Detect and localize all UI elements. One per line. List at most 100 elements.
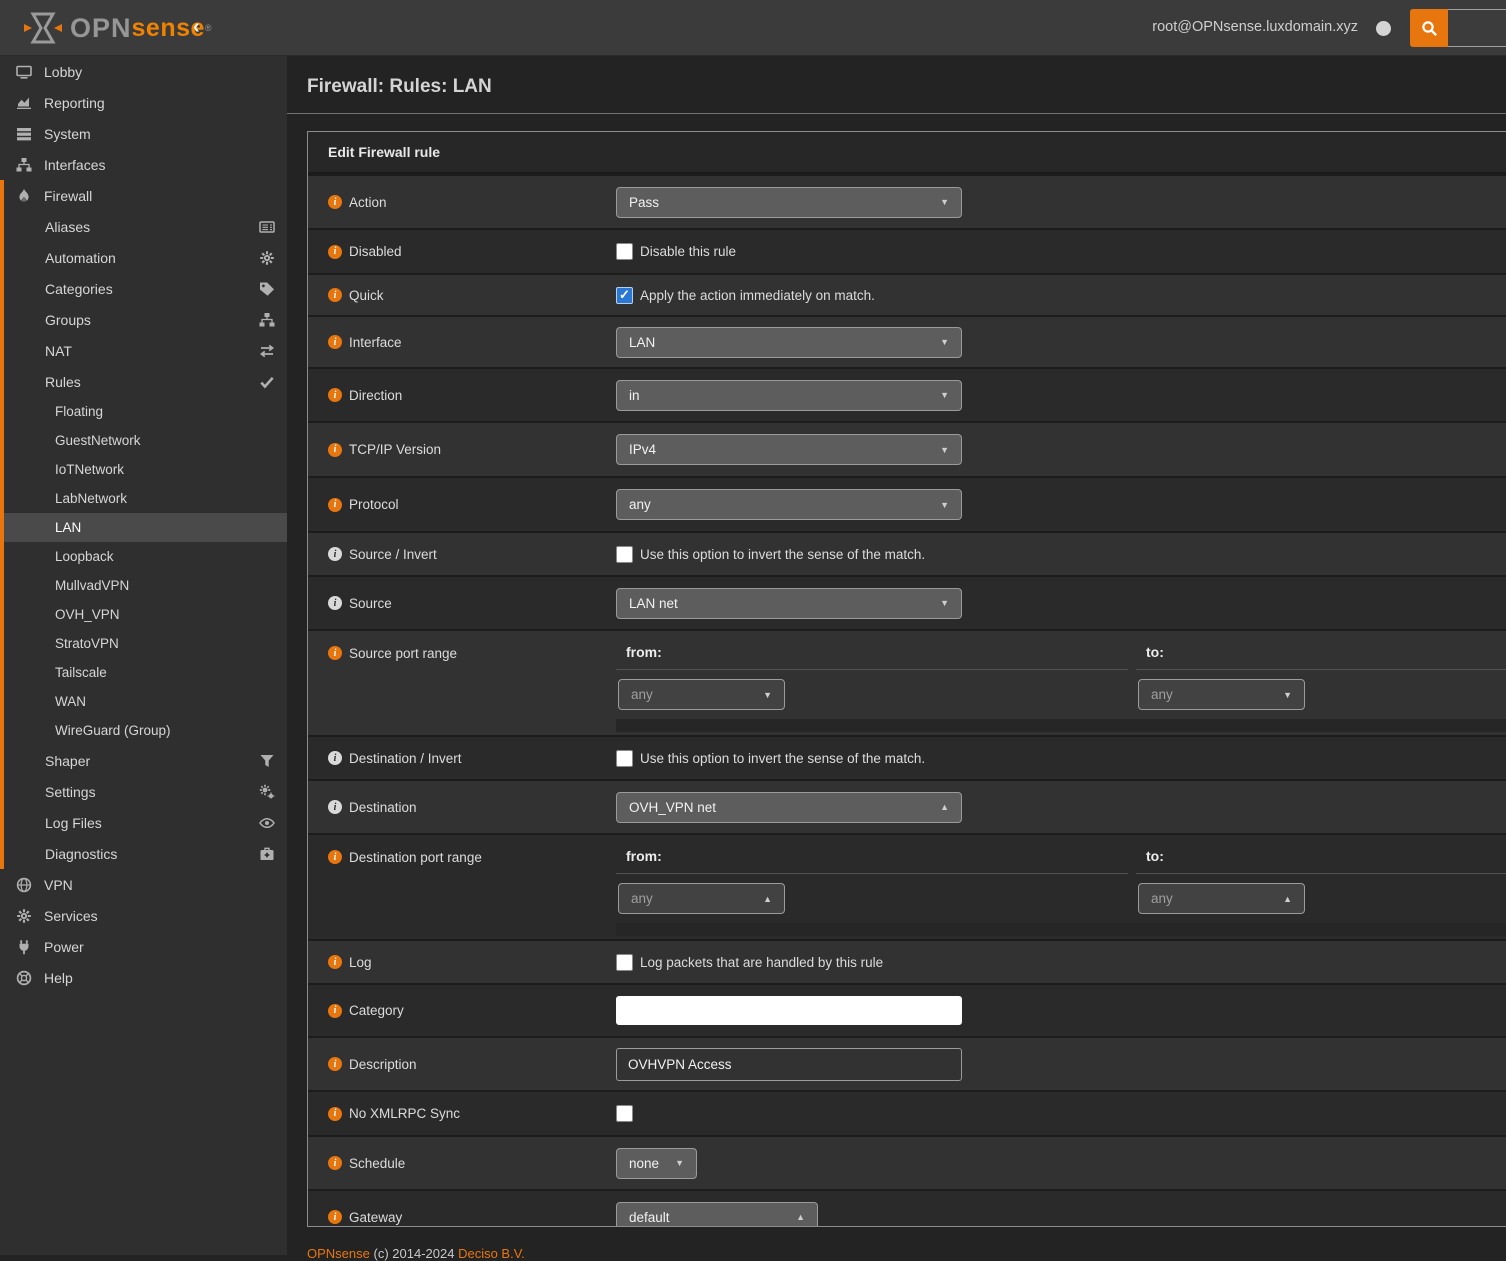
sidebar-item-automation[interactable]: Automation [4, 242, 287, 273]
no-xmlrpc-sync-checkbox[interactable] [616, 1105, 633, 1122]
info-icon[interactable]: i [328, 195, 342, 209]
tcpip-version-select[interactable]: IPv4▼ [616, 434, 962, 465]
sidebar-item-label: Aliases [45, 219, 90, 235]
port-range-footer-strip [616, 719, 1506, 732]
destination-invert-checkbox[interactable]: Use this option to invert the sense of t… [616, 750, 925, 767]
interface-select[interactable]: LAN▼ [616, 327, 962, 358]
info-icon[interactable]: i [328, 850, 342, 864]
sidebar-item-mullvadvpn[interactable]: MullvadVPN [4, 571, 287, 600]
gateway-select[interactable]: default▲ [616, 1202, 818, 1228]
field-label: Category [349, 1003, 404, 1018]
sidebar-item-categories[interactable]: Categories [4, 273, 287, 304]
info-icon[interactable]: i [328, 388, 342, 402]
sidebar-item-shaper[interactable]: Shaper [4, 745, 287, 776]
sidebar-collapse-icon[interactable]: ‹ [193, 16, 200, 39]
protocol-select[interactable]: any▼ [616, 489, 962, 520]
sidebar-item-interfaces[interactable]: Interfaces [0, 149, 287, 180]
info-icon[interactable]: i [328, 547, 342, 561]
destination-port-from-select[interactable]: any▲ [618, 883, 785, 914]
sidebar-item-wan[interactable]: WAN [4, 687, 287, 716]
action-select[interactable]: Pass▼ [616, 187, 962, 218]
edit-firewall-rule-panel: Edit Firewall rule iAction Pass▼ iDisabl… [307, 131, 1506, 1227]
opnsense-footer-link[interactable]: OPNsense [307, 1246, 370, 1261]
sidebar-item-settings[interactable]: Settings [4, 776, 287, 807]
search-button[interactable] [1410, 9, 1448, 47]
sidebar-item-label: Categories [45, 281, 113, 297]
source-invert-checkbox[interactable]: Use this option to invert the sense of t… [616, 546, 925, 563]
source-port-to-select[interactable]: any▼ [1138, 679, 1305, 710]
form-row-direction: iDirection in▼ [308, 367, 1506, 421]
info-icon[interactable]: i [328, 1057, 342, 1071]
info-icon[interactable]: i [328, 288, 342, 302]
sidebar-item-wireguard-group[interactable]: WireGuard (Group) [4, 716, 287, 745]
sidebar-item-vpn[interactable]: VPN [0, 869, 287, 900]
sidebar-item-label: Reporting [44, 95, 105, 111]
destination-port-to-select[interactable]: any▲ [1138, 883, 1305, 914]
sidebar-item-services[interactable]: Services [0, 900, 287, 931]
destination-select[interactable]: OVH_VPN net▲ [616, 792, 962, 823]
direction-select[interactable]: in▼ [616, 380, 962, 411]
sidebar-item-label: Groups [45, 312, 91, 328]
disabled-checkbox[interactable]: Disable this rule [616, 243, 736, 260]
info-icon[interactable]: i [328, 596, 342, 610]
field-label: Destination / Invert [349, 751, 462, 766]
checkbox-checked-icon [616, 287, 633, 304]
info-icon[interactable]: i [328, 955, 342, 969]
sidebar-item-loopback[interactable]: Loopback [4, 542, 287, 571]
sidebar-item-reporting[interactable]: Reporting [0, 87, 287, 118]
sidebar-item-groups[interactable]: Groups [4, 304, 287, 335]
sidebar-item-ovh-vpn[interactable]: OVH_VPN [4, 600, 287, 629]
form-row-gateway: i Gateway default▲ [308, 1189, 1506, 1227]
sidebar-item-power[interactable]: Power [0, 931, 287, 962]
sidebar-item-floating[interactable]: Floating [4, 397, 287, 426]
exchange-icon [258, 342, 275, 359]
info-icon[interactable]: i [328, 498, 342, 512]
info-icon[interactable]: i [328, 1210, 342, 1224]
source-select[interactable]: LAN net▼ [616, 588, 962, 619]
sidebar-item-tailscale[interactable]: Tailscale [4, 658, 287, 687]
sidebar-item-help[interactable]: Help [0, 962, 287, 993]
field-label: Gateway [349, 1210, 402, 1225]
search-input[interactable] [1448, 9, 1506, 47]
sidebar-item-iotnetwork[interactable]: IoTNetwork [4, 455, 287, 484]
form-row-quick: i Quick Apply the action immediately on m… [308, 273, 1506, 315]
info-icon[interactable]: i [328, 800, 342, 814]
sidebar-item-stratovpn[interactable]: StratoVPN [4, 629, 287, 658]
sidebar-item-label: Shaper [45, 753, 90, 769]
field-label: Source port range [349, 646, 457, 661]
sidebar-item-lobby[interactable]: Lobby [0, 56, 287, 87]
sidebar-item-guestnetwork[interactable]: GuestNetwork [4, 426, 287, 455]
info-icon[interactable]: i [328, 335, 342, 349]
log-checkbox[interactable]: Log packets that are handled by this rul… [616, 954, 883, 971]
info-icon[interactable]: i [328, 245, 342, 259]
sidebar-item-rules[interactable]: Rules [4, 366, 287, 397]
field-label: Quick [349, 288, 384, 303]
info-icon[interactable]: i [328, 646, 342, 660]
opnsense-logo[interactable]: OPNsense® [22, 10, 212, 46]
sidebar-item-firewall[interactable]: Firewall [4, 180, 287, 211]
description-input[interactable] [616, 1048, 962, 1081]
sidebar-item-diagnostics[interactable]: Diagnostics [4, 838, 287, 869]
sidebar-item-aliases[interactable]: Aliases [4, 211, 287, 242]
info-icon[interactable]: i [328, 1156, 342, 1170]
schedule-select[interactable]: none▼ [616, 1148, 697, 1179]
deciso-footer-link[interactable]: Deciso B.V. [458, 1246, 525, 1261]
form-row-source-invert: iSource / Invert Use this option to inve… [308, 531, 1506, 575]
quick-checkbox[interactable]: Apply the action immediately on match. [616, 287, 875, 304]
form-row-action: iAction Pass▼ [308, 174, 1506, 228]
sidebar-item-nat[interactable]: NAT [4, 335, 287, 366]
info-icon[interactable]: i [328, 751, 342, 765]
sidebar-item-labnetwork[interactable]: LabNetwork [4, 484, 287, 513]
field-label: Disabled [349, 244, 402, 259]
sidebar-item-lan[interactable]: LAN [4, 513, 287, 542]
info-icon[interactable]: i [328, 443, 342, 457]
info-icon[interactable]: i [328, 1107, 342, 1121]
sidebar-item-log-files[interactable]: Log Files [4, 807, 287, 838]
source-port-from-select[interactable]: any▼ [618, 679, 785, 710]
info-icon[interactable]: i [328, 1004, 342, 1018]
sidebar-item-system[interactable]: System [0, 118, 287, 149]
field-label: Schedule [349, 1156, 405, 1171]
chevron-down-icon: ▼ [940, 337, 949, 347]
category-input[interactable] [616, 996, 962, 1025]
newspaper-icon [258, 218, 275, 235]
